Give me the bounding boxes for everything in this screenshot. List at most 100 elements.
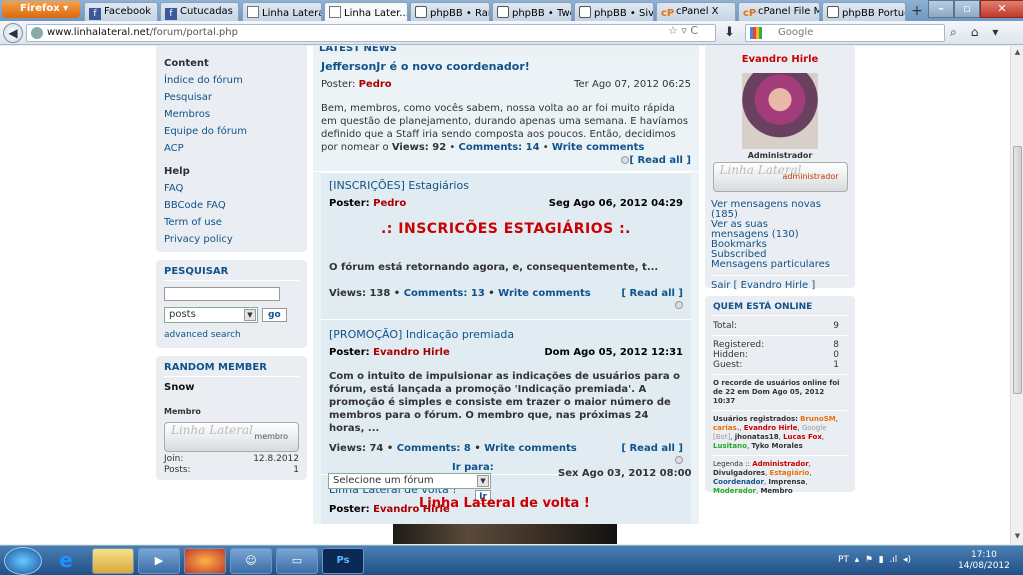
link-terms[interactable]: Term of use bbox=[164, 214, 299, 231]
link-faq[interactable]: FAQ bbox=[164, 180, 299, 197]
circle-icon bbox=[675, 301, 683, 309]
firefox-menu-button[interactable]: Firefox ▾ bbox=[2, 1, 80, 18]
phpbb-icon bbox=[827, 6, 839, 18]
read-all-link[interactable]: [ Read all ] bbox=[621, 443, 683, 454]
registered-users-label: Usuários registrados: bbox=[713, 415, 798, 423]
tab-linha-lateral-1[interactable]: Linha Lateral •... bbox=[242, 2, 322, 21]
comments-count[interactable]: 14 bbox=[526, 142, 540, 153]
logout-link[interactable]: Sair [ Evandro Hirle ] bbox=[711, 281, 849, 291]
search-type-select[interactable]: posts ▼ bbox=[164, 307, 258, 323]
toolbar-icons[interactable]: ⌕⌂▾ bbox=[950, 25, 1012, 40]
comments-label[interactable]: Comments: bbox=[458, 142, 522, 153]
clock[interactable]: 17:10 14/08/2012 bbox=[958, 550, 1010, 572]
link-acp[interactable]: ACP bbox=[164, 140, 299, 157]
system-tray[interactable]: PT ▴ ⚑ ▮ .ıl ◂) bbox=[838, 555, 911, 565]
legend-group[interactable]: Estagiário bbox=[770, 469, 810, 477]
tab-phpbb-rank[interactable]: phpBB • Rank... bbox=[410, 2, 490, 21]
firefox-icon[interactable] bbox=[184, 548, 226, 574]
read-all-link[interactable]: [ Read all ] bbox=[621, 288, 683, 299]
back-arrow-icon[interactable]: ◀ bbox=[3, 23, 23, 43]
link-search[interactable]: Pesquisar bbox=[164, 89, 299, 106]
folder-icon[interactable] bbox=[92, 548, 134, 574]
online-user[interactable]: carias. bbox=[713, 424, 739, 432]
post-author[interactable]: Pedro bbox=[359, 79, 392, 90]
online-user[interactable]: Tyko Morales bbox=[751, 442, 803, 450]
scroll-up-icon[interactable]: ▲ bbox=[1013, 48, 1022, 58]
legend-group[interactable]: Membro bbox=[760, 487, 792, 495]
views-label: Views: bbox=[329, 288, 366, 299]
post-excerpt: Bem, membros, como vocês sabem, nossa vo… bbox=[321, 103, 691, 166]
messenger-icon[interactable]: ☺ bbox=[230, 548, 272, 574]
online-user[interactable]: Evandro Hirle bbox=[744, 424, 798, 432]
comments-count[interactable]: 13 bbox=[471, 288, 485, 299]
jump-to-select[interactable]: Selecione um fórum ▼ bbox=[328, 473, 491, 489]
window-icon[interactable]: ▭ bbox=[276, 548, 318, 574]
profile-username[interactable]: Evandro Hirle bbox=[711, 54, 849, 65]
online-user[interactable]: BrunoSM bbox=[800, 415, 836, 423]
bottom-post-title[interactable]: Linha Lateral de volta ! bbox=[419, 496, 590, 511]
online-user[interactable]: Lusitano bbox=[713, 442, 747, 450]
scrollbar-thumb[interactable] bbox=[1013, 146, 1022, 394]
link-privacy[interactable]: Privacy policy bbox=[164, 231, 299, 248]
url-tools-icons[interactable]: ☆ ▿ C bbox=[668, 24, 698, 37]
language-indicator[interactable]: PT bbox=[838, 555, 849, 565]
tab-phpbb-sive[interactable]: phpBB • Sive ... bbox=[574, 2, 654, 21]
tab-phpbb-portugues[interactable]: phpBB Portug... bbox=[822, 2, 906, 21]
link-forum-team[interactable]: Equipe do fórum bbox=[164, 123, 299, 140]
url-bar[interactable]: www.linhalateral.net/forum/portal.php bbox=[26, 24, 716, 42]
read-all-link[interactable]: [ Read all ] bbox=[629, 154, 691, 167]
online-user[interactable]: jhonatas18 bbox=[735, 433, 779, 441]
random-member-name[interactable]: Snow bbox=[164, 382, 299, 393]
write-comment-link[interactable]: Write comments bbox=[484, 443, 577, 454]
menu-icon[interactable]: ▾ bbox=[992, 25, 1012, 39]
download-arrow-icon[interactable]: ⬇ bbox=[724, 25, 735, 40]
link-forum-index[interactable]: Índice do fórum bbox=[164, 72, 299, 89]
tab-facebook[interactable]: f Facebook bbox=[84, 2, 158, 21]
write-comment-link[interactable]: Write comments bbox=[552, 142, 645, 153]
post-title[interactable]: [INSCRIÇÕES] Estagiários bbox=[329, 179, 683, 192]
photoshop-icon[interactable]: Ps bbox=[322, 548, 364, 574]
registered-label: Registered: bbox=[713, 340, 765, 350]
search-input[interactable]: Google bbox=[745, 24, 945, 42]
tab-phpbb-two[interactable]: phpBB • Two ... bbox=[492, 2, 572, 21]
link-new-messages[interactable]: Ver mensagens novas (185) bbox=[711, 200, 849, 220]
internet-explorer-icon[interactable]: e bbox=[45, 548, 87, 574]
legend-group[interactable]: Divulgadores bbox=[713, 469, 765, 477]
post-author[interactable]: Pedro bbox=[373, 198, 406, 209]
avatar[interactable] bbox=[742, 73, 818, 149]
post-title[interactable]: JeffersonJr é o novo coordenador! bbox=[321, 60, 691, 73]
online-user[interactable]: Lucas Fox bbox=[783, 433, 822, 441]
maximize-button[interactable]: ▫ bbox=[954, 0, 980, 18]
comments-label[interactable]: Comments: bbox=[404, 288, 468, 299]
post-title[interactable]: [PROMOÇÃO] Indicação premiada bbox=[329, 328, 683, 341]
search-magnifier-icon[interactable]: ⌕ bbox=[950, 25, 971, 39]
home-icon[interactable]: ⌂ bbox=[971, 25, 993, 39]
legend-group[interactable]: Coordenador bbox=[713, 478, 764, 486]
post-author[interactable]: Evandro Hirle bbox=[373, 347, 450, 358]
advanced-search-link[interactable]: advanced search bbox=[164, 329, 299, 341]
facebook-icon: f bbox=[165, 8, 177, 20]
tab-cutucadas[interactable]: f Cutucadas bbox=[160, 2, 239, 21]
legend-group[interactable]: Moderador bbox=[713, 487, 756, 495]
start-button[interactable] bbox=[4, 547, 42, 575]
search-go-button[interactable]: go bbox=[262, 308, 287, 322]
link-private-messages[interactable]: Mensagens particulares bbox=[711, 260, 849, 270]
link-bbcode-faq[interactable]: BBCode FAQ bbox=[164, 197, 299, 214]
legend-group[interactable]: Administrador bbox=[752, 460, 808, 468]
tab-linha-lateral-active[interactable]: Linha Later...× bbox=[324, 2, 408, 22]
minimize-button[interactable]: – bbox=[928, 0, 954, 18]
comments-label[interactable]: Comments: bbox=[397, 443, 461, 454]
post-image bbox=[393, 524, 617, 544]
legend-group[interactable]: Imprensa bbox=[768, 478, 805, 486]
tab-cpanel[interactable]: cP cPanel X bbox=[656, 2, 736, 21]
link-members[interactable]: Membros bbox=[164, 106, 299, 123]
write-comment-link[interactable]: Write comments bbox=[498, 288, 591, 299]
sidebar-search-input[interactable] bbox=[164, 287, 280, 301]
scroll-down-icon[interactable]: ▼ bbox=[1013, 532, 1022, 542]
tab-cpanel-file-manager[interactable]: cPcPanel File M... bbox=[738, 2, 820, 21]
close-window-button[interactable]: ✕ bbox=[980, 0, 1023, 18]
vertical-scrollbar[interactable]: ▲ ▼ bbox=[1010, 46, 1023, 544]
new-tab-button[interactable]: + bbox=[907, 3, 927, 20]
comments-count[interactable]: 8 bbox=[464, 443, 471, 454]
media-player-icon[interactable]: ▶ bbox=[138, 548, 180, 574]
